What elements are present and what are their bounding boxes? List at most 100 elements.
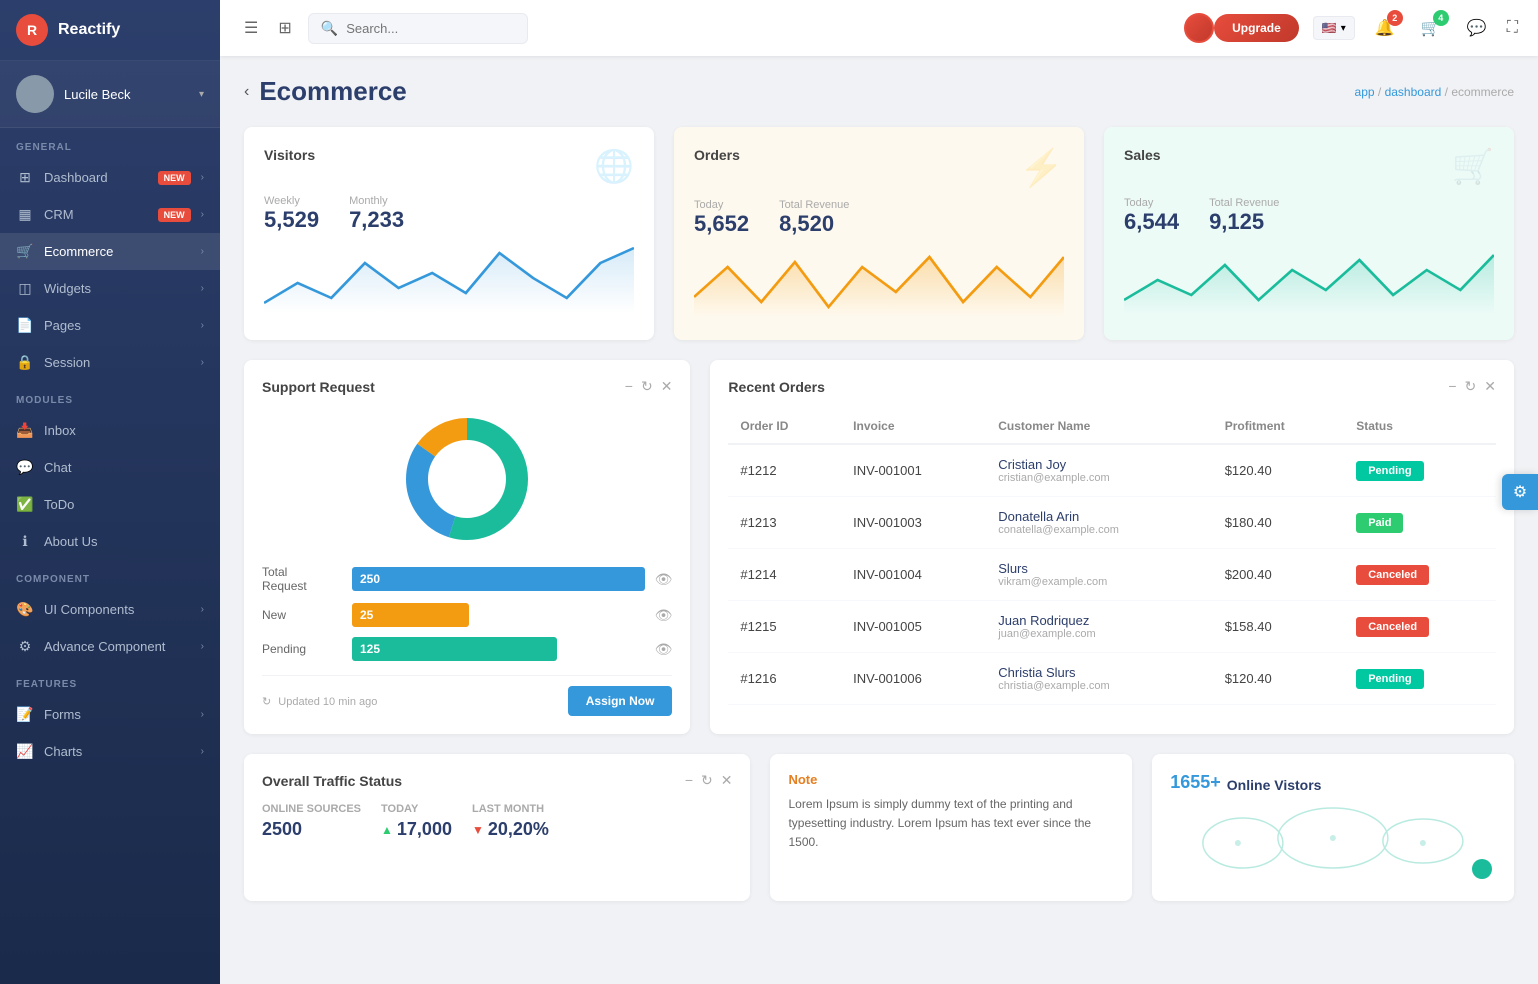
topbar: ☰ ⊞ 🔍 Upgrade 🇺🇸 ▾ 🔔 2 🛒 4: [220, 0, 1538, 56]
new-badge: New: [158, 171, 191, 185]
col-profit: Profitment: [1213, 409, 1345, 444]
orders-value2: 8,520: [779, 211, 849, 237]
sidebar-item-widgets[interactable]: ◫ Widgets ›: [0, 270, 220, 307]
crm-icon: ▦: [16, 206, 34, 223]
notifications-button[interactable]: 🔔 2: [1369, 12, 1401, 44]
arrow-icon: ›: [201, 357, 204, 368]
refresh-icon[interactable]: ↻: [1465, 378, 1477, 395]
charts-icon: 📈: [16, 743, 34, 760]
pages-icon: 📄: [16, 317, 34, 334]
profit: $120.40: [1213, 444, 1345, 497]
page-header: ‹ Ecommerce app / dashboard / ecommerce: [244, 76, 1514, 107]
sidebar-item-aboutus[interactable]: ℹ About Us: [0, 523, 220, 560]
sidebar-item-session[interactable]: 🔒 Session ›: [0, 344, 220, 381]
updated-text: ↻ Updated 10 min ago: [262, 695, 377, 708]
arrow-icon: ›: [201, 172, 204, 183]
flag-selector[interactable]: 🇺🇸 ▾: [1313, 16, 1355, 40]
sidebar-item-pages[interactable]: 📄 Pages ›: [0, 307, 220, 344]
sales-icon: 🛒: [1452, 147, 1494, 187]
traffic-col3-title: Last Month: [472, 803, 549, 815]
traffic-card: Overall Traffic Status − ↻ ✕ Online Sour…: [244, 754, 750, 901]
user-avatar-topbar: [1184, 13, 1214, 43]
arrow-icon: ›: [201, 709, 204, 720]
customer: Juan Rodriquez juan@example.com: [986, 601, 1212, 653]
world-map: [1170, 803, 1496, 883]
profit: $180.40: [1213, 497, 1345, 549]
section-component: Component: [0, 560, 220, 591]
support-request-card: Support Request − ↻ ✕: [244, 360, 690, 734]
app-name: Reactify: [58, 21, 120, 39]
chevron-down-icon: ▾: [199, 89, 204, 100]
col-customer: Customer Name: [986, 409, 1212, 444]
minimize-icon[interactable]: −: [625, 378, 633, 395]
online-label: Online Vistors: [1227, 777, 1322, 793]
minimize-icon[interactable]: −: [1448, 378, 1456, 395]
close-icon[interactable]: ✕: [1484, 378, 1496, 395]
assign-now-button[interactable]: Assign Now: [568, 686, 673, 716]
sidebar-item-ui-components[interactable]: 🎨 UI Components ›: [0, 591, 220, 628]
flag-icon: 🇺🇸: [1322, 21, 1337, 35]
refresh-icon[interactable]: ↻: [701, 772, 713, 789]
sidebar-item-crm[interactable]: ▦ CRM New ›: [0, 196, 220, 233]
sidebar-item-charts[interactable]: 📈 Charts ›: [0, 733, 220, 770]
breadcrumb: app / dashboard / ecommerce: [1355, 85, 1514, 99]
grid-icon[interactable]: ⊞: [274, 14, 295, 42]
col-status: Status: [1344, 409, 1496, 444]
total-label: TotalRequest: [262, 565, 342, 593]
settings-panel-button[interactable]: ⚙: [1502, 474, 1538, 510]
status: Pending: [1344, 444, 1496, 497]
visitors-value2: 7,233: [349, 207, 404, 233]
eye-icon[interactable]: 👁: [655, 571, 673, 588]
stats-row: Visitors 🌐 Weekly 5,529 Monthly 7,233: [244, 127, 1514, 340]
cart-button[interactable]: 🛒 4: [1415, 12, 1447, 44]
breadcrumb-dashboard[interactable]: dashboard: [1385, 85, 1442, 99]
new-label: New: [262, 608, 342, 622]
col-invoice: Invoice: [841, 409, 986, 444]
traffic-val3: 20,20%: [488, 819, 549, 840]
sidebar-item-todo[interactable]: ✅ ToDo: [0, 486, 220, 523]
sidebar-item-inbox[interactable]: 📥 Inbox: [0, 412, 220, 449]
sidebar-item-label: Widgets: [44, 281, 191, 296]
aboutus-icon: ℹ: [16, 533, 34, 550]
search-input[interactable]: [346, 21, 496, 36]
arrow-icon: ›: [201, 604, 204, 615]
close-icon[interactable]: ✕: [721, 772, 733, 789]
close-icon[interactable]: ✕: [661, 378, 673, 395]
minimize-icon[interactable]: −: [685, 772, 693, 789]
dashboard-row: Support Request − ↻ ✕: [244, 360, 1514, 734]
sidebar-item-label: Inbox: [44, 423, 204, 438]
upgrade-button[interactable]: Upgrade: [1214, 14, 1299, 42]
sidebar-item-label: Pages: [44, 318, 191, 333]
section-general: General: [0, 128, 220, 159]
profit: $200.40: [1213, 549, 1345, 601]
total-request-row: TotalRequest 250 👁: [262, 565, 672, 593]
search-box: 🔍: [308, 13, 528, 44]
arrow-icon: ›: [201, 246, 204, 257]
total-bar: 250: [352, 567, 645, 591]
arrow-icon: ›: [201, 320, 204, 331]
user-profile[interactable]: Lucile Beck ▾: [0, 61, 220, 128]
eye-icon[interactable]: 👁: [655, 607, 673, 624]
customer: Slurs vikram@example.com: [986, 549, 1212, 601]
refresh-icon[interactable]: ↻: [641, 378, 653, 395]
online-card: 1655+ Online Vistors: [1152, 754, 1514, 901]
back-button[interactable]: ‹: [244, 83, 249, 101]
sales-value1: 6,544: [1124, 209, 1179, 235]
breadcrumb-app[interactable]: app: [1355, 85, 1375, 99]
traffic-val1: 2500: [262, 819, 361, 840]
table-row: #1212 INV-001001 Cristian Joy cristian@e…: [728, 444, 1496, 497]
sidebar-item-chat[interactable]: 💬 Chat: [0, 449, 220, 486]
sidebar-item-advance-component[interactable]: ⚙ Advance Component ›: [0, 628, 220, 665]
eye-icon[interactable]: 👁: [655, 641, 673, 658]
sidebar-item-forms[interactable]: 📝 Forms ›: [0, 696, 220, 733]
advance-icon: ⚙: [16, 638, 34, 655]
customer: Cristian Joy cristian@example.com: [986, 444, 1212, 497]
topbar-right: Upgrade 🇺🇸 ▾ 🔔 2 🛒 4 💬 ⛶: [1184, 12, 1518, 44]
sales-label2: Total Revenue: [1209, 197, 1279, 209]
sidebar-item-dashboard[interactable]: ⊞ Dashboard New ›: [0, 159, 220, 196]
hamburger-icon[interactable]: ☰: [240, 14, 262, 42]
fullscreen-icon[interactable]: ⛶: [1507, 19, 1518, 37]
inbox-icon: 📥: [16, 422, 34, 439]
messages-button[interactable]: 💬: [1461, 12, 1493, 44]
sidebar-item-ecommerce[interactable]: 🛒 Ecommerce ›: [0, 233, 220, 270]
